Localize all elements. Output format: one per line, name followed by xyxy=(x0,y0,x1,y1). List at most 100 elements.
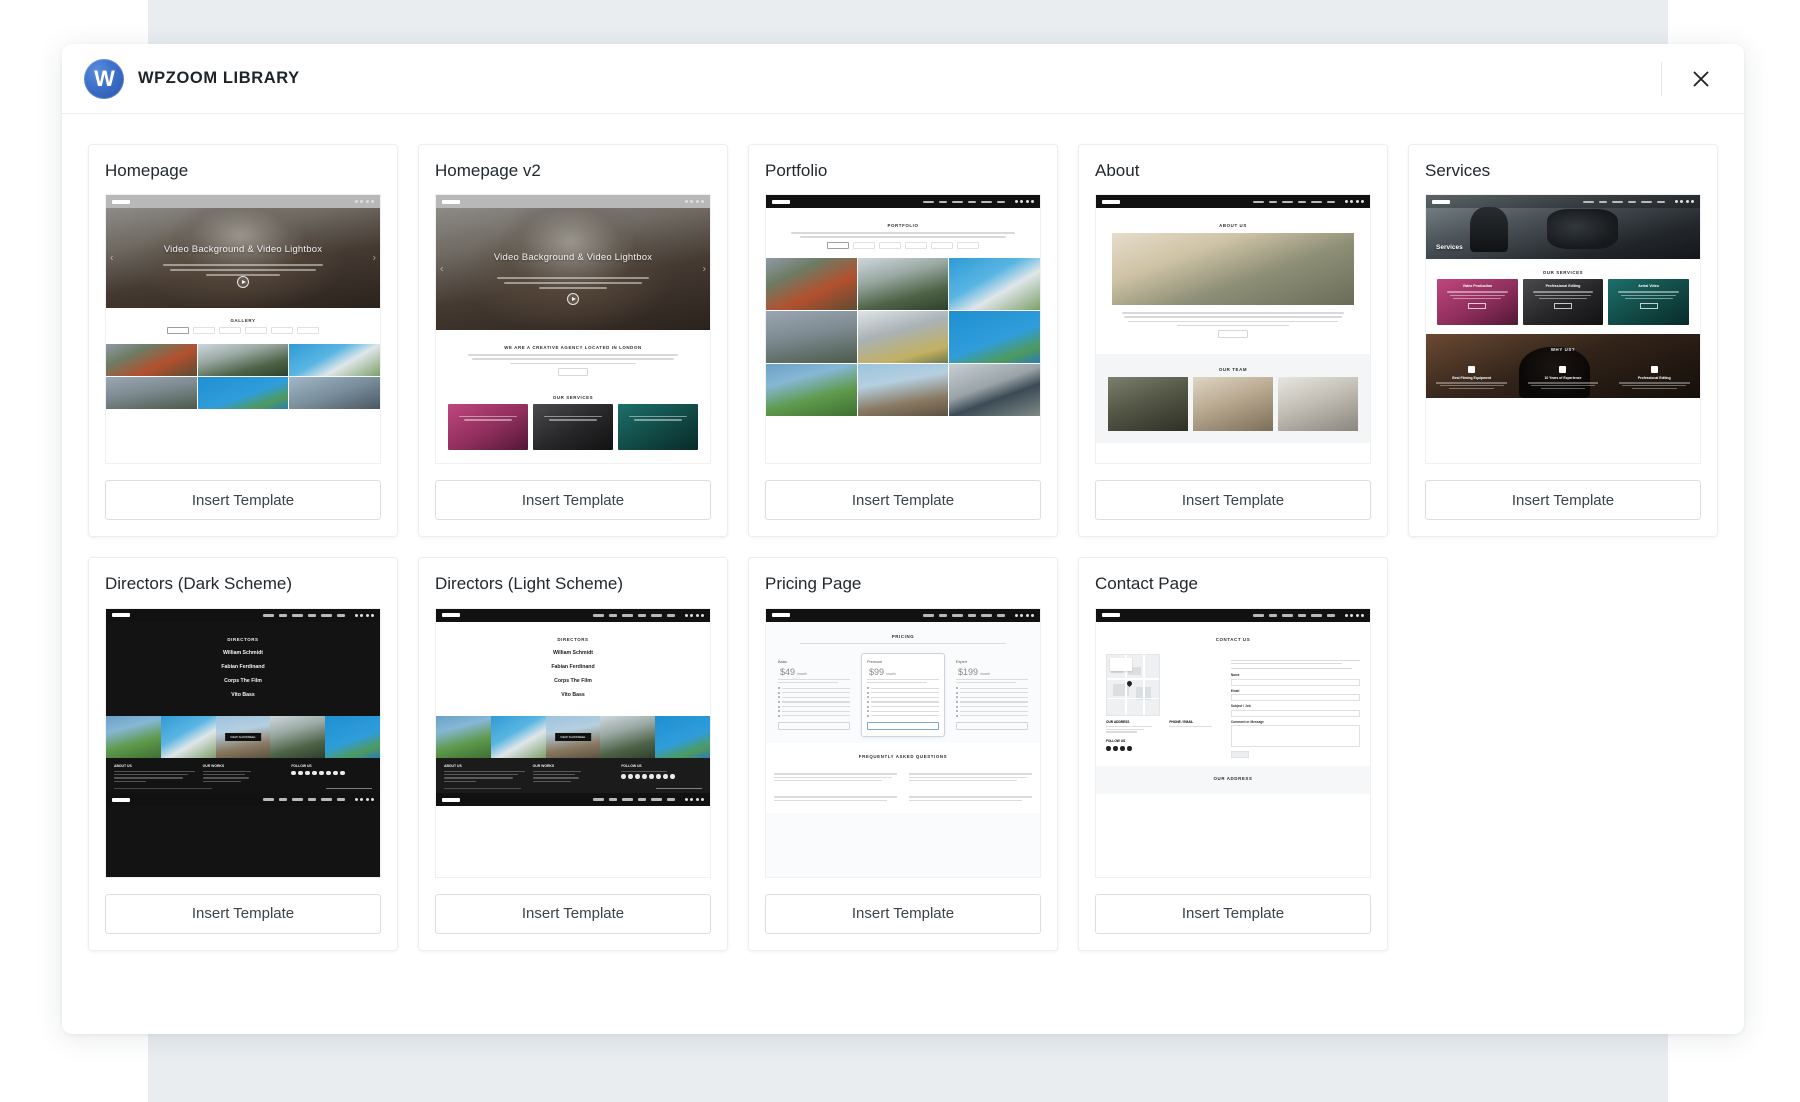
mini-pricing-plans: Basic $49/month xyxy=(766,649,1040,743)
insert-template-button[interactable]: Insert Template xyxy=(1095,894,1371,934)
mini-service-title: Video Production xyxy=(1441,284,1514,288)
mini-section-heading: WE ARE A CREATIVE AGENCY LOCATED IN LOND… xyxy=(448,345,698,350)
template-title: Directors (Light Scheme) xyxy=(435,574,711,594)
mini-filter-pills xyxy=(116,327,370,334)
template-card-directors-light[interactable]: Directors (Light Scheme) xyxy=(418,557,728,950)
camera-icon xyxy=(1468,366,1475,373)
mini-section-heading: PORTFOLIO xyxy=(776,223,1030,228)
mini-navbar xyxy=(436,195,710,208)
template-thumbnail: PRICING Basic $49/month xyxy=(765,608,1041,878)
mini-logo-icon xyxy=(442,613,460,617)
mini-services-heading: OUR SERVICES xyxy=(444,395,702,400)
template-title: Homepage xyxy=(105,161,381,181)
mini-navbar xyxy=(106,195,380,208)
mini-director-name: Fabian Ferdinand xyxy=(444,664,702,670)
mini-plan-featured: Premium $99/month xyxy=(861,653,945,737)
mini-logo-icon xyxy=(1102,200,1120,204)
template-thumbnail: ABOUT US OUR TEAM xyxy=(1095,194,1371,464)
mini-section-heading: GALLERY xyxy=(116,318,370,323)
insert-template-button[interactable]: Insert Template xyxy=(765,894,1041,934)
mini-navbar xyxy=(436,609,710,622)
insert-template-button[interactable]: Insert Template xyxy=(105,480,381,520)
mini-service-button xyxy=(1468,303,1486,309)
template-card-directors-dark[interactable]: Directors (Dark Scheme) xyxy=(88,557,398,950)
mini-why-heading: WHY US? xyxy=(1426,347,1700,352)
insert-template-button[interactable]: Insert Template xyxy=(435,480,711,520)
template-title: Directors (Dark Scheme) xyxy=(105,574,381,594)
mini-input xyxy=(1231,710,1360,717)
template-title: Services xyxy=(1425,161,1701,181)
mini-logo-icon xyxy=(442,200,460,204)
template-card-pricing[interactable]: Pricing Page xyxy=(748,557,1058,950)
insert-template-button[interactable]: Insert Template xyxy=(1095,480,1371,520)
mini-section-heading: DIRECTORS xyxy=(114,637,372,642)
mini-navbar xyxy=(106,609,380,622)
mini-service-title: Aerial Video xyxy=(1612,284,1685,288)
template-card-services[interactable]: Services xyxy=(1408,144,1718,537)
mini-footer-heading: OUR WORKS xyxy=(533,764,614,768)
mini-service-cards: Video Production Professional Editing xyxy=(1433,279,1693,325)
mini-logo-icon xyxy=(772,613,790,617)
mini-showreel-tag: VIEW SHOWREEL xyxy=(225,733,261,741)
template-title: About xyxy=(1095,161,1371,181)
mini-bottom-heading: OUR ADDRESS xyxy=(1096,776,1370,781)
template-thumbnail: PORTFOLIO xyxy=(765,194,1041,464)
mini-plan: Basic $49/month xyxy=(772,653,856,737)
mini-nav-links xyxy=(263,200,375,203)
mini-plan-period: /month xyxy=(797,672,807,676)
mini-field-label: Email xyxy=(1231,689,1360,693)
mini-address-heading: PHONE / EMAIL xyxy=(1169,720,1222,724)
mini-bottom-navbar xyxy=(106,793,380,806)
insert-template-button[interactable]: Insert Template xyxy=(1425,480,1701,520)
mini-follow-label: FOLLOW US xyxy=(1106,739,1223,743)
mini-why-title: Professional Editing xyxy=(1613,376,1695,380)
mini-play-icon xyxy=(237,276,249,288)
template-card-homepage[interactable]: Homepage xyxy=(88,144,398,537)
insert-template-button[interactable]: Insert Template xyxy=(765,480,1041,520)
template-card-homepage-v2[interactable]: Homepage v2 xyxy=(418,144,728,537)
mini-plan-cta xyxy=(778,722,850,730)
mini-logo-icon xyxy=(112,200,130,204)
mini-service-button xyxy=(1554,303,1572,309)
mini-hero: ‹ › Video Background & Video Lightbox xyxy=(106,208,380,308)
mini-plan-period: /month xyxy=(886,672,896,676)
insert-template-button[interactable]: Insert Template xyxy=(435,894,711,934)
mini-field-label: Subject / Job xyxy=(1231,704,1360,708)
mini-navbar xyxy=(766,609,1040,622)
mini-footer-heading: ABOUT US xyxy=(114,764,195,768)
mini-cta-button xyxy=(558,368,588,376)
mini-section-heading: OUR SERVICES xyxy=(1433,270,1693,275)
mini-service-button xyxy=(1640,303,1658,309)
template-card-portfolio[interactable]: Portfolio xyxy=(748,144,1058,537)
mini-hero-label: Services xyxy=(1436,244,1463,251)
mini-plan-name: Basic xyxy=(778,660,850,664)
mini-faq-heading: FREQUENTLY ASKED QUESTIONS xyxy=(766,754,1040,759)
mini-field-label: Name xyxy=(1231,673,1360,677)
mini-footer-heading: OUR WORKS xyxy=(203,764,284,768)
award-icon xyxy=(1559,366,1566,373)
mini-showreel-tag: VIEW SHOWREEL xyxy=(555,733,591,741)
mini-navbar xyxy=(1096,195,1370,208)
template-card-about[interactable]: About A xyxy=(1078,144,1388,537)
template-thumbnail: ‹ › Video Background & Video Lightbox WE… xyxy=(435,194,711,464)
mini-director-name: William Schmidt xyxy=(114,650,372,656)
mini-faq-grid xyxy=(766,763,1040,807)
insert-template-button[interactable]: Insert Template xyxy=(105,894,381,934)
mini-plan-name: Premium xyxy=(867,660,939,664)
wpzoom-logo-icon: W xyxy=(84,59,124,99)
mini-why-title: Best Filming Equipment xyxy=(1431,376,1513,380)
page-root: W WPZOOM LIBRARY Homepage xyxy=(0,0,1800,1102)
mini-map xyxy=(1106,654,1160,716)
template-card-contact[interactable]: Contact Page xyxy=(1078,557,1388,950)
mini-social-icons xyxy=(621,774,702,779)
mini-director-name: William Schmidt xyxy=(444,650,702,656)
mini-social-icons xyxy=(1106,746,1223,751)
mini-logo-icon xyxy=(112,613,130,617)
mini-play-icon xyxy=(567,293,579,305)
mini-service-cards xyxy=(444,404,702,450)
close-icon[interactable] xyxy=(1684,62,1718,96)
mini-image-strip: VIEW SHOWREEL xyxy=(106,716,380,758)
film-icon xyxy=(1651,366,1658,373)
template-thumbnail: DIRECTORS William Schmidt Fabian Ferdina… xyxy=(105,608,381,878)
mini-why-section: WHY US? Best Filming Equipment xyxy=(1426,334,1700,398)
